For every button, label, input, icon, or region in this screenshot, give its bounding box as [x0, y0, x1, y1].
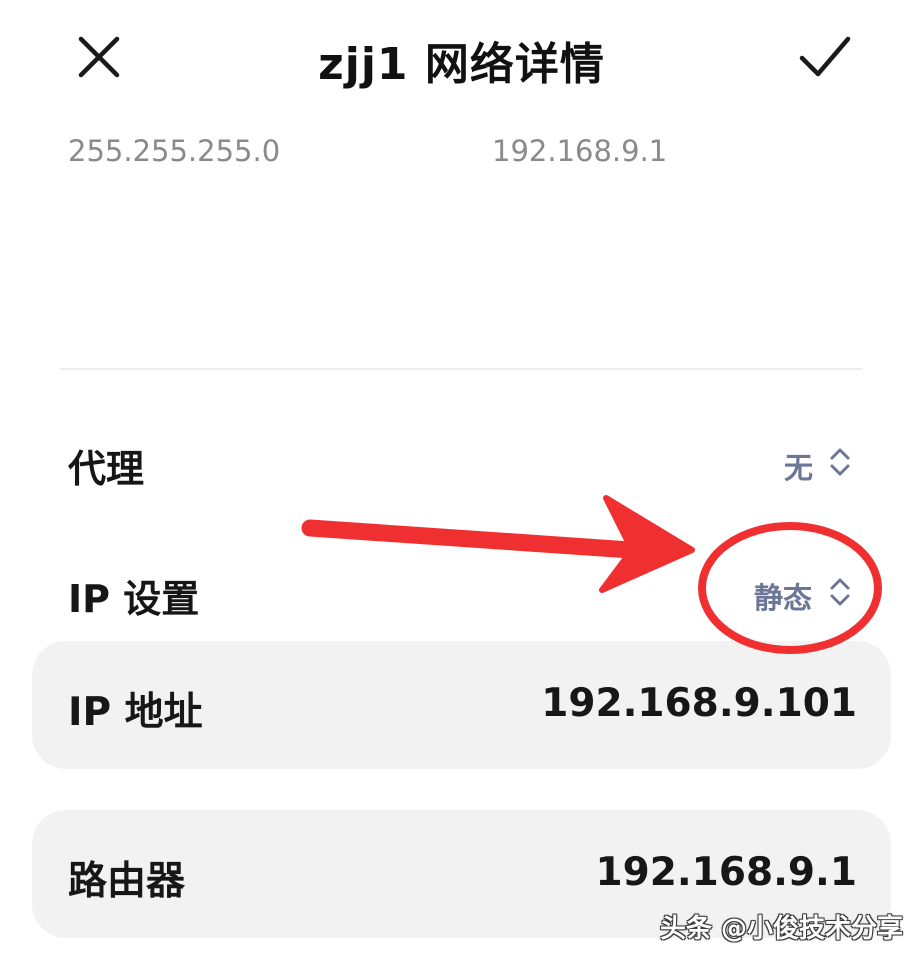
subnet-mask-value: 255.255.255.0 [68, 134, 281, 168]
gateway-value: 192.168.9.1 [492, 134, 668, 168]
router-value: 192.168.9.1 [595, 850, 857, 895]
annotation-arrow-shaft [301, 519, 669, 561]
check-icon [799, 36, 851, 77]
ip-settings-value: 静态 [754, 581, 813, 615]
divider [60, 368, 863, 370]
ip-address-value: 192.168.9.101 [541, 681, 857, 726]
proxy-label: 代理 [68, 447, 145, 491]
ip-address-label: IP 地址 [68, 690, 203, 735]
watermark: 头条 @小俊技术分享 [659, 914, 903, 944]
page-title: zjj1 网络详情 [318, 39, 605, 90]
top-bar: zjj1 网络详情 [0, 0, 923, 110]
ip-address-field[interactable]: IP 地址 192.168.9.101 [32, 641, 891, 769]
ip-settings-row[interactable]: IP 设置 静态 [0, 550, 923, 640]
proxy-value: 无 [784, 451, 814, 485]
chevron-up-down-icon [830, 448, 850, 476]
proxy-row[interactable]: 代理 无 [0, 420, 923, 510]
router-label: 路由器 [68, 859, 186, 904]
chevron-up-down-icon [830, 578, 850, 606]
ip-settings-label: IP 设置 [68, 577, 200, 621]
confirm-button[interactable] [794, 26, 856, 88]
